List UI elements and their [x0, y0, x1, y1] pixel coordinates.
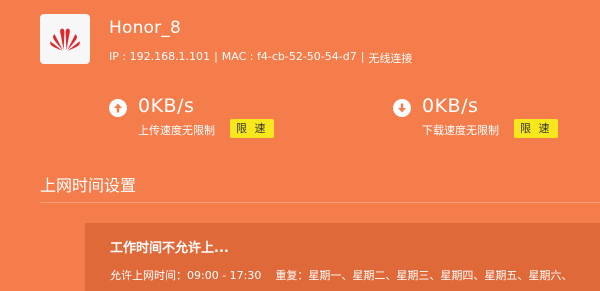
download-speed-status: 下载速度无限制	[422, 124, 499, 137]
arrow-down-circle-icon	[393, 99, 411, 117]
time-rule-card[interactable]: 工作时间不允许上... 允许上网时间：09:00 - 17:30 重复：星期一、…	[85, 223, 600, 291]
download-limit-button[interactable]: 限 速	[514, 119, 558, 138]
upload-limit-button[interactable]: 限 速	[230, 119, 274, 138]
huawei-logo-icon	[50, 28, 80, 51]
device-ip: IP : 192.168.1.101	[109, 50, 211, 63]
rule-detail: 允许上网时间：09:00 - 17:30 重复：星期一、星期二、星期三、星期四、…	[110, 267, 572, 283]
rule-repeat: 重复：星期一、星期二、星期三、星期四、星期五、星期六、	[275, 269, 573, 282]
device-logo	[40, 14, 90, 64]
rule-title: 工作时间不允许上...	[110, 241, 229, 256]
connection-type: 无线连接	[368, 52, 413, 65]
upload-speed-value: 0KB/s	[138, 95, 195, 117]
meta-separator: |	[360, 50, 365, 63]
rule-allowed-time: 允许上网时间：09:00 - 17:30	[110, 269, 262, 282]
device-mac: MAC : f4-cb-52-50-54-d7	[221, 50, 357, 63]
upload-speed-status: 上传速度无限制	[138, 124, 215, 137]
section-title: 上网时间设置	[40, 176, 137, 195]
device-meta: IP : 192.168.1.101 | MAC : f4-cb-52-50-5…	[109, 50, 412, 66]
device-name: Honor_8	[109, 18, 182, 38]
meta-separator: |	[214, 50, 218, 63]
arrow-up-circle-icon	[109, 99, 127, 117]
section-divider	[40, 202, 600, 203]
download-speed-value: 0KB/s	[422, 95, 479, 117]
